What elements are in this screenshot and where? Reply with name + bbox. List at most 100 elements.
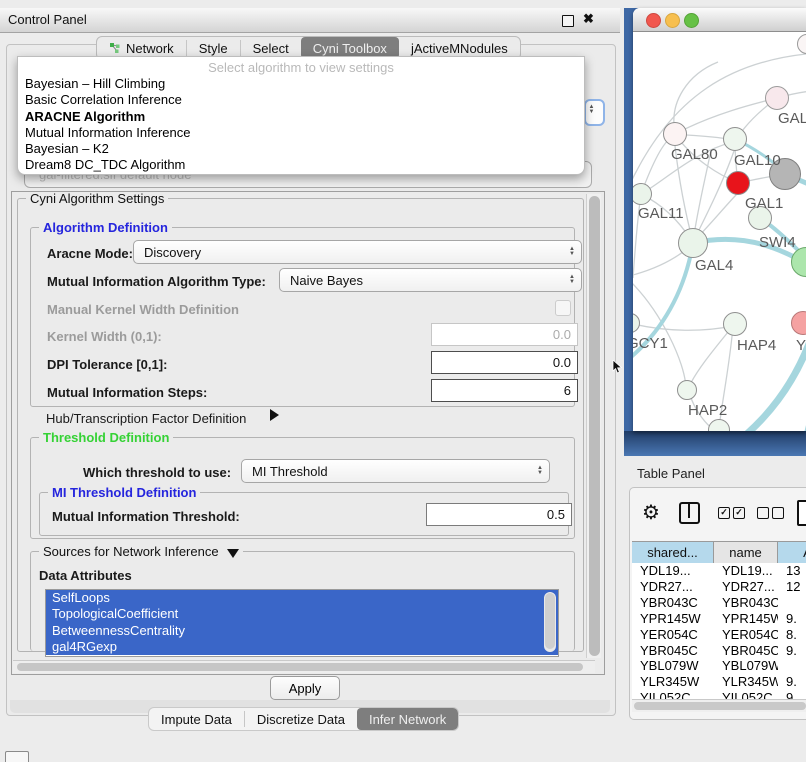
which-threshold-label: Which threshold to use: bbox=[83, 465, 231, 480]
table-cell: YPR145W bbox=[632, 611, 714, 626]
node-HAP2[interactable] bbox=[677, 380, 697, 400]
kernel-width-field[interactable]: 0.0 bbox=[431, 323, 578, 346]
expand-arrow-icon[interactable] bbox=[270, 409, 279, 421]
algorithm-option[interactable]: Dream8 DC_TDC Algorithm bbox=[18, 157, 584, 173]
algorithm-option[interactable]: Mutual Information Inference bbox=[18, 125, 584, 141]
algorithm-dropdown-hint: Select algorithm to view settings bbox=[18, 57, 584, 76]
data-attribute-item[interactable]: SelfLoops bbox=[46, 590, 558, 606]
aracne-mode-combo[interactable]: Discovery ▲▼ bbox=[133, 240, 582, 264]
mi-steps-field[interactable]: 6 bbox=[431, 379, 578, 402]
algorithm-combo-edge[interactable]: ▲▼ bbox=[584, 99, 605, 126]
table-row[interactable]: YDL19...YDL19...13 bbox=[632, 563, 806, 579]
node-GAL4[interactable] bbox=[678, 228, 708, 258]
node-label: HAP4 bbox=[737, 337, 776, 354]
table-cell: YDL19... bbox=[714, 563, 778, 578]
split-columns-icon[interactable] bbox=[679, 502, 700, 524]
sources-title: Sources for Network Inference bbox=[43, 544, 219, 559]
tab-label: Style bbox=[199, 41, 228, 56]
algorithm-option[interactable]: Basic Correlation Inference bbox=[18, 92, 584, 108]
zoom-traffic-icon[interactable] bbox=[684, 13, 699, 28]
data-attribute-item[interactable]: BetweennessCentrality bbox=[46, 623, 558, 639]
close-icon[interactable]: ✖ bbox=[583, 11, 594, 27]
table-cell: YLR345W bbox=[632, 674, 714, 689]
control-panel-title: Control Panel bbox=[8, 12, 87, 27]
tab-impute-data[interactable]: Impute Data bbox=[149, 708, 244, 730]
document-icon[interactable] bbox=[797, 500, 806, 526]
settings-horizontal-scrollbar[interactable] bbox=[13, 660, 595, 673]
table-row[interactable]: YBL079WYBL079W bbox=[632, 658, 806, 674]
node-label: GAL80 bbox=[671, 146, 718, 163]
tab-label: Cyni Toolbox bbox=[313, 41, 387, 56]
mi-threshold-group: MI Threshold Definition Mutual Informati… bbox=[39, 492, 569, 536]
mi-threshold-field[interactable]: 0.5 bbox=[426, 503, 572, 526]
table-rows[interactable]: YDL19...YDL19...13YDR27...YDR27...12YBR0… bbox=[632, 563, 806, 699]
data-attribute-item[interactable]: gal4RGexp bbox=[46, 639, 558, 655]
unchecked-checkbox-icon[interactable] bbox=[772, 507, 784, 519]
table-horizontal-scrollbar[interactable] bbox=[632, 699, 806, 712]
dpi-tolerance-field[interactable]: 0.0 bbox=[431, 351, 578, 374]
node-HAP4[interactable] bbox=[723, 312, 747, 336]
minimize-traffic-icon[interactable] bbox=[665, 13, 680, 28]
table-cell: YPR145W bbox=[714, 611, 778, 626]
tab-label: jActiveMNodules bbox=[411, 41, 508, 56]
table-header[interactable]: shared...nameA bbox=[632, 541, 806, 564]
table-cell: 9. bbox=[778, 674, 806, 689]
table-row[interactable]: YDR27...YDR27...12 bbox=[632, 579, 806, 595]
table-row[interactable]: YLR345WYLR345W9. bbox=[632, 674, 806, 690]
manual-kernel-checkbox[interactable] bbox=[555, 300, 571, 316]
table-cell: YBL079W bbox=[632, 658, 714, 673]
table-cell: 13 bbox=[778, 563, 806, 578]
mi-type-combo[interactable]: Naive Bayes ▲▼ bbox=[279, 268, 582, 292]
checked-checkbox-icon[interactable]: ✓ bbox=[733, 507, 745, 519]
table-cell: 9. bbox=[778, 690, 806, 699]
float-window-icon[interactable] bbox=[562, 15, 574, 27]
aracne-mode-value: Discovery bbox=[144, 245, 201, 260]
tab-discretize-data[interactable]: Discretize Data bbox=[245, 708, 357, 730]
mi-threshold-label: Mutual Information Threshold: bbox=[52, 509, 240, 524]
cyni-settings-panel: Cyni Algorithm Settings Algorithm Defini… bbox=[11, 191, 605, 675]
column-header-shared-[interactable]: shared... bbox=[632, 542, 714, 563]
table-cell: 9. bbox=[778, 643, 806, 658]
data-attributes-label: Data Attributes bbox=[39, 568, 132, 583]
collapse-arrow-icon[interactable] bbox=[227, 549, 239, 558]
tab-infer-network[interactable]: Infer Network bbox=[357, 708, 458, 730]
which-threshold-value: MI Threshold bbox=[252, 464, 328, 479]
list-scrollbar[interactable] bbox=[544, 592, 556, 652]
table-row[interactable]: YER054CYER054C8. bbox=[632, 627, 806, 643]
unchecked-checkbox-icon[interactable] bbox=[757, 507, 769, 519]
table-row[interactable]: YBR043CYBR043C bbox=[632, 595, 806, 611]
table-row[interactable]: YIL052CYIL052C9. bbox=[632, 690, 806, 699]
node-pink-upper[interactable] bbox=[765, 86, 789, 110]
manual-kernel-label: Manual Kernel Width Definition bbox=[47, 302, 239, 317]
close-traffic-icon[interactable] bbox=[646, 13, 661, 28]
apply-button[interactable]: Apply bbox=[270, 676, 340, 700]
table-cell: YBR045C bbox=[632, 643, 714, 658]
node-label: GCY1 bbox=[633, 335, 668, 352]
node-GAL10[interactable] bbox=[723, 127, 747, 151]
algorithm-option[interactable]: Bayesian – Hill Climbing bbox=[18, 76, 584, 92]
node-GAL80[interactable] bbox=[663, 122, 687, 146]
table-cell: YBR043C bbox=[632, 595, 714, 610]
which-threshold-combo[interactable]: MI Threshold ▲▼ bbox=[241, 459, 550, 483]
column-header-A[interactable]: A bbox=[778, 542, 806, 563]
node-label: Y bbox=[796, 337, 806, 354]
gear-icon[interactable]: ⚙ bbox=[642, 500, 660, 525]
data-attributes-list[interactable]: SelfLoopsTopologicalCoefficientBetweenne… bbox=[45, 589, 559, 657]
minimized-panel-button[interactable] bbox=[5, 751, 29, 762]
group-title: Cyni Algorithm Settings bbox=[26, 191, 168, 206]
checked-checkbox-icon[interactable]: ✓ bbox=[718, 507, 730, 519]
network-canvas[interactable]: GALGAL80GAL10GAL1GAL11SWI4GAL4GCY1HAP4YH… bbox=[633, 32, 806, 431]
table-row[interactable]: YBR045CYBR045C9. bbox=[632, 643, 806, 659]
mouse-cursor bbox=[612, 360, 624, 374]
network-window-titlebar[interactable] bbox=[633, 8, 806, 32]
column-header-name[interactable]: name bbox=[714, 542, 778, 563]
node-label: GAL4 bbox=[695, 257, 733, 274]
node-GAL1-red[interactable] bbox=[726, 171, 750, 195]
algorithm-dropdown-items: Bayesian – Hill ClimbingBasic Correlatio… bbox=[18, 76, 584, 174]
algorithm-option[interactable]: ARACNE Algorithm bbox=[18, 109, 584, 125]
algorithm-option[interactable]: Bayesian – K2 bbox=[18, 141, 584, 157]
settings-vertical-scrollbar[interactable] bbox=[586, 194, 601, 658]
data-attribute-item[interactable]: TopologicalCoefficient bbox=[46, 606, 558, 622]
tab-label: Select bbox=[253, 41, 289, 56]
table-row[interactable]: YPR145WYPR145W9. bbox=[632, 611, 806, 627]
